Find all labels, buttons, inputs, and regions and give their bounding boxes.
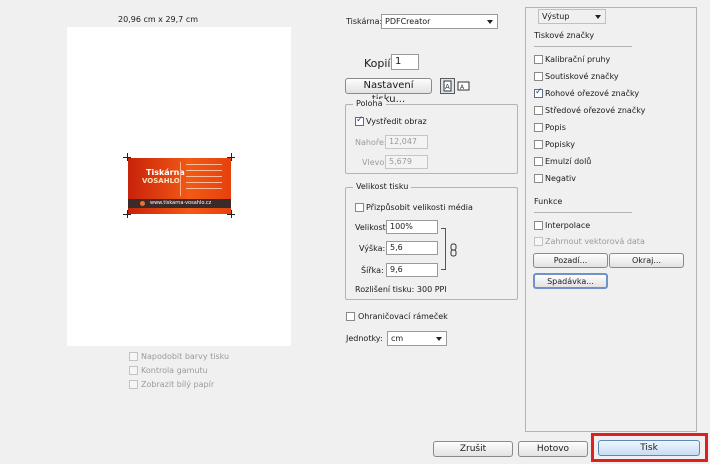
marks-divider [534,46,632,47]
calibration-bars-checkbox[interactable] [534,55,543,64]
negative-checkbox[interactable] [534,174,543,183]
interpolation-label: Interpolace [545,221,591,230]
show-white-paper-label: Zobrazit bílý papír [141,380,215,389]
link-bracket [441,228,446,270]
functions-divider [534,212,632,213]
output-value: Výstup [542,12,570,21]
height-label: Výška: [359,244,386,253]
include-vector-label: Zahrnout vektorová data [545,237,645,246]
bleed-button[interactable]: Spadávka... [533,273,608,289]
left-input[interactable]: 5,679 [385,155,428,169]
corner-crop-marks-label: Rohové ořezové značky [545,89,640,98]
width-input[interactable]: 9,6 [386,263,438,277]
scale-input[interactable]: 100% [386,220,438,234]
calibration-bars-label: Kalibrační pruhy [545,55,611,64]
portrait-orientation-icon[interactable]: A [440,78,455,94]
interpolation-checkbox[interactable] [534,221,543,230]
simulate-colors-label: Napodobit barvy tisku [141,352,230,361]
background-button[interactable]: Pozadí... [533,253,608,268]
crop-mark [231,210,232,218]
svg-text:A: A [445,83,450,91]
chain-link-icon[interactable] [449,243,458,257]
gamut-check-checkbox[interactable] [129,366,138,375]
copies-label: Kopií: [364,57,395,70]
emulsion-down-checkbox[interactable] [534,157,543,166]
printer-value: PDFCreator [385,17,431,26]
marks-heading: Tiskové značky [534,31,595,40]
labels-checkbox[interactable] [534,140,543,149]
card-divider [180,162,181,196]
center-image-label: Vystředit obraz [366,117,427,126]
top-label: Nahoře: [355,138,387,147]
print-button[interactable]: Tisk [598,440,700,456]
output-select[interactable]: Výstup [538,9,606,24]
cancel-button[interactable]: Zrušit [433,441,513,457]
left-label: Vlevo: [362,158,387,167]
landscape-orientation-icon[interactable]: A [457,78,471,94]
scale-label: Velikost: [355,223,389,232]
show-white-paper-checkbox[interactable] [129,380,138,389]
printer-label: Tiskárna: [346,17,383,26]
emulsion-down-label: Emulzí dolů [545,157,592,166]
printer-select[interactable]: PDFCreator [381,14,498,29]
units-label: Jednotky: [346,334,383,343]
output-panel [525,7,697,432]
width-label: Šířka: [361,266,384,275]
paper-size-label: 20,96 cm x 29,7 cm [118,15,199,24]
border-button[interactable]: Okraj... [609,253,684,268]
chevron-down-icon [595,15,601,19]
done-button[interactable]: Hotovo [518,441,588,457]
top-input[interactable]: 12,047 [385,135,428,149]
bounding-box-label: Ohraničovací rámeček [358,312,448,321]
height-input[interactable]: 5,6 [386,241,438,255]
position-legend: Poloha [353,99,386,108]
bounding-box-checkbox[interactable] [346,312,355,321]
card-url: www.tiskarna-vosahlo.cz [150,200,212,206]
card-logo-text: VOSAHLO [142,177,180,185]
registration-marks-label: Soutiskové značky [545,72,619,81]
resolution-label: Rozlišení tisku: 300 PPI [355,285,447,294]
labels-label: Popisky [545,140,575,149]
simulate-colors-checkbox[interactable] [129,352,138,361]
corner-crop-marks-checkbox[interactable] [534,87,543,98]
registration-marks-checkbox[interactable] [534,72,543,81]
units-select[interactable]: cm [387,331,447,346]
gamut-check-label: Kontrola gamutu [141,366,208,375]
include-vector-checkbox[interactable] [534,237,543,246]
center-crop-marks-checkbox[interactable] [534,106,543,115]
print-size-legend: Velikost tisku [353,182,412,191]
copies-input[interactable]: 1 [391,54,419,70]
description-label: Popis [545,123,566,132]
fit-media-label: Přizpůsobit velikosti média [366,203,473,212]
crop-mark [231,153,232,161]
card-url-dot [140,201,145,206]
card-logo-text: Tiskárna [146,168,185,177]
fit-media-checkbox[interactable] [355,203,364,212]
chevron-down-icon [436,337,442,341]
card-contact-lines [186,164,222,194]
center-image-checkbox[interactable] [355,115,364,126]
functions-heading: Funkce [534,197,563,206]
center-crop-marks-label: Středové ořezové značky [545,106,646,115]
chevron-down-icon [487,20,493,24]
negative-label: Negativ [545,174,576,183]
print-setup-button[interactable]: Nastavení tisku... [345,78,432,105]
description-checkbox[interactable] [534,123,543,132]
units-value: cm [391,334,404,343]
business-card-image: Tiskárna VOSAHLO www.tiskarna-vosahlo.cz [128,158,231,214]
